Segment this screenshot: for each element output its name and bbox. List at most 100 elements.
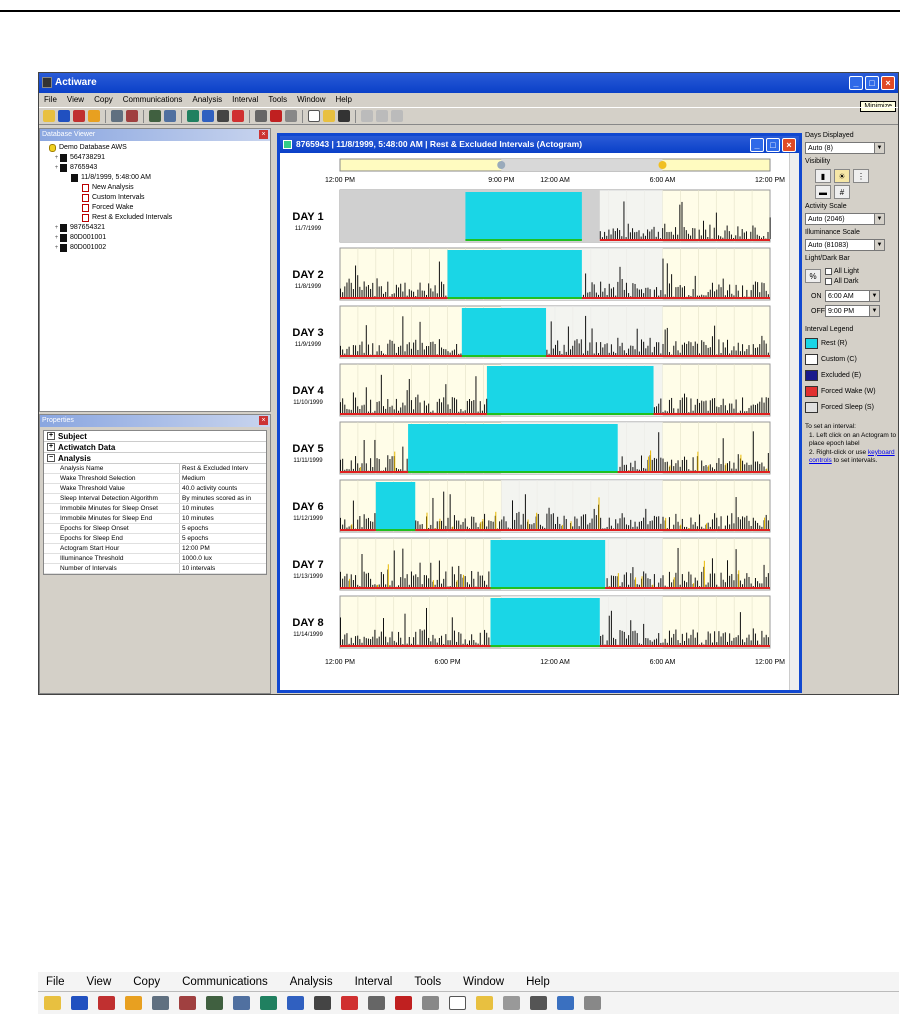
properties-icon[interactable] xyxy=(152,996,169,1010)
tree-node[interactable]: +80D001002 xyxy=(42,243,270,253)
menu-analysis[interactable]: Analysis xyxy=(192,93,222,107)
export-icon[interactable] xyxy=(270,110,282,122)
maximize-button[interactable]: □ xyxy=(865,76,879,90)
tree-node[interactable]: Custom Intervals xyxy=(42,193,270,203)
property-row[interactable]: Wake Threshold Selection Medium xyxy=(44,474,266,484)
legend-item[interactable]: Excluded (E) xyxy=(805,367,898,383)
tree-node[interactable]: +987654321 xyxy=(42,223,270,233)
property-row[interactable]: Wake Threshold Value 40.0 activity counts xyxy=(44,484,266,494)
on-time-select[interactable]: 6:00 AM ▼ xyxy=(825,290,880,302)
menu-file[interactable]: File xyxy=(44,93,57,107)
actogram-scrollbar[interactable] xyxy=(789,153,799,690)
menu-interval-large[interactable]: Interval xyxy=(355,972,393,991)
download-icon[interactable] xyxy=(71,996,88,1010)
tree-node[interactable]: +80D001001 xyxy=(42,233,270,243)
property-row[interactable]: Number of Intervals 10 intervals xyxy=(44,564,266,574)
menu-window-large[interactable]: Window xyxy=(463,972,504,991)
activity-scale-select[interactable]: Auto (2046) ▼ xyxy=(805,213,885,225)
menu-window[interactable]: Window xyxy=(297,93,325,107)
new-file-icon[interactable] xyxy=(449,996,466,1010)
actogram-icon[interactable] xyxy=(260,996,277,1010)
close-icon[interactable]: × xyxy=(259,416,268,425)
upload-icon[interactable] xyxy=(98,996,115,1010)
property-row[interactable]: Illuminance Threshold 1000.0 lux xyxy=(44,554,266,564)
section-actiwatch-data[interactable]: + Actiwatch Data xyxy=(44,442,266,453)
light-visibility-icon[interactable]: ☀ xyxy=(834,169,850,183)
bar-visibility-icon[interactable]: ▬ xyxy=(815,185,831,199)
property-row[interactable]: Analysis Name Rest & Excluded Interv xyxy=(44,464,266,474)
menu-copy[interactable]: Copy xyxy=(94,93,113,107)
tree-node[interactable]: +564738291 xyxy=(42,153,270,163)
menu-copy-large[interactable]: Copy xyxy=(133,972,160,991)
legend-item[interactable]: Forced Sleep (S) xyxy=(805,399,898,415)
legend-item[interactable]: Custom (C) xyxy=(805,351,898,367)
tree-node[interactable]: Rest & Excluded Intervals xyxy=(42,213,270,223)
menu-communications[interactable]: Communications xyxy=(123,93,183,107)
print-large-icon[interactable] xyxy=(530,996,547,1010)
all-dark-checkbox[interactable]: All Dark xyxy=(825,276,859,286)
list-icon[interactable] xyxy=(217,110,229,122)
device-icon[interactable] xyxy=(88,110,100,122)
legend-item[interactable]: Rest (R) xyxy=(805,335,898,351)
tree-node[interactable]: 11/8/1999, 5:48:00 AM xyxy=(42,173,270,183)
window-icon[interactable] xyxy=(287,996,304,1010)
menu-view-large[interactable]: View xyxy=(87,972,112,991)
menu-communications-large[interactable]: Communications xyxy=(182,972,268,991)
tree-icon[interactable] xyxy=(206,996,223,1010)
print-icon[interactable] xyxy=(368,996,385,1010)
tree-node[interactable]: +8765943 xyxy=(42,163,270,173)
new-file-icon[interactable] xyxy=(308,110,320,122)
menu-file-large[interactable]: File xyxy=(46,972,65,991)
properties-icon[interactable] xyxy=(111,110,123,122)
property-row[interactable]: Immobile Minutes for Sleep End 10 minutes xyxy=(44,514,266,524)
tree-node[interactable]: Demo Database AWS xyxy=(42,143,270,153)
minimize-button[interactable]: _ xyxy=(849,76,863,90)
report-icon[interactable] xyxy=(164,110,176,122)
copy-large-icon[interactable] xyxy=(584,996,601,1010)
all-light-checkbox[interactable]: All Light xyxy=(825,266,859,276)
section-subject[interactable]: + Subject xyxy=(44,431,266,442)
download-icon[interactable] xyxy=(58,110,70,122)
report-icon[interactable] xyxy=(233,996,250,1010)
property-row[interactable]: Sleep Interval Detection Algorithm By min… xyxy=(44,494,266,504)
save-icon[interactable] xyxy=(338,110,350,122)
tree-node[interactable]: Forced Wake xyxy=(42,203,270,213)
upload-icon[interactable] xyxy=(73,110,85,122)
legend-visibility-icon[interactable]: ⋮ xyxy=(853,169,869,183)
copy-icon[interactable] xyxy=(422,996,439,1010)
new-subject-icon[interactable] xyxy=(43,110,55,122)
property-row[interactable]: Actogram Start Hour 12:00 PM xyxy=(44,544,266,554)
section-analysis[interactable]: − Analysis xyxy=(44,453,266,464)
property-row[interactable]: Epochs for Sleep End 5 epochs xyxy=(44,534,266,544)
tree-node[interactable]: New Analysis xyxy=(42,183,270,193)
menu-view[interactable]: View xyxy=(67,93,84,107)
filter-icon[interactable] xyxy=(126,110,138,122)
export-icon[interactable] xyxy=(395,996,412,1010)
copy-icon[interactable] xyxy=(285,110,297,122)
activity-visibility-icon[interactable]: ▮ xyxy=(815,169,831,183)
filter-icon[interactable] xyxy=(179,996,196,1010)
actogram-icon[interactable] xyxy=(187,110,199,122)
open-folder-icon[interactable] xyxy=(323,110,335,122)
menu-help-large[interactable]: Help xyxy=(526,972,550,991)
menu-interval[interactable]: Interval xyxy=(232,93,258,107)
actogram-minimize-button[interactable]: _ xyxy=(750,138,764,152)
actogram-maximize-button[interactable]: □ xyxy=(766,138,780,152)
graph-icon[interactable] xyxy=(232,110,244,122)
device-icon[interactable] xyxy=(125,996,142,1010)
menu-tools-large[interactable]: Tools xyxy=(414,972,441,991)
property-row[interactable]: Immobile Minutes for Sleep Onset 10 minut… xyxy=(44,504,266,514)
menu-analysis-large[interactable]: Analysis xyxy=(290,972,333,991)
off-time-select[interactable]: 9:00 PM ▼ xyxy=(825,305,880,317)
list-icon[interactable] xyxy=(314,996,331,1010)
window-icon[interactable] xyxy=(202,110,214,122)
print-icon[interactable] xyxy=(255,110,267,122)
actogram-close-button[interactable]: × xyxy=(782,138,796,152)
illuminance-scale-select[interactable]: Auto (81083) ▼ xyxy=(805,239,885,251)
tree-icon[interactable] xyxy=(149,110,161,122)
light-dark-toggle-icon[interactable]: % xyxy=(805,269,821,283)
menu-help[interactable]: Help xyxy=(336,93,352,107)
menu-tools[interactable]: Tools xyxy=(268,93,287,107)
close-icon[interactable]: × xyxy=(259,130,268,139)
new-subject-icon[interactable] xyxy=(44,996,61,1010)
